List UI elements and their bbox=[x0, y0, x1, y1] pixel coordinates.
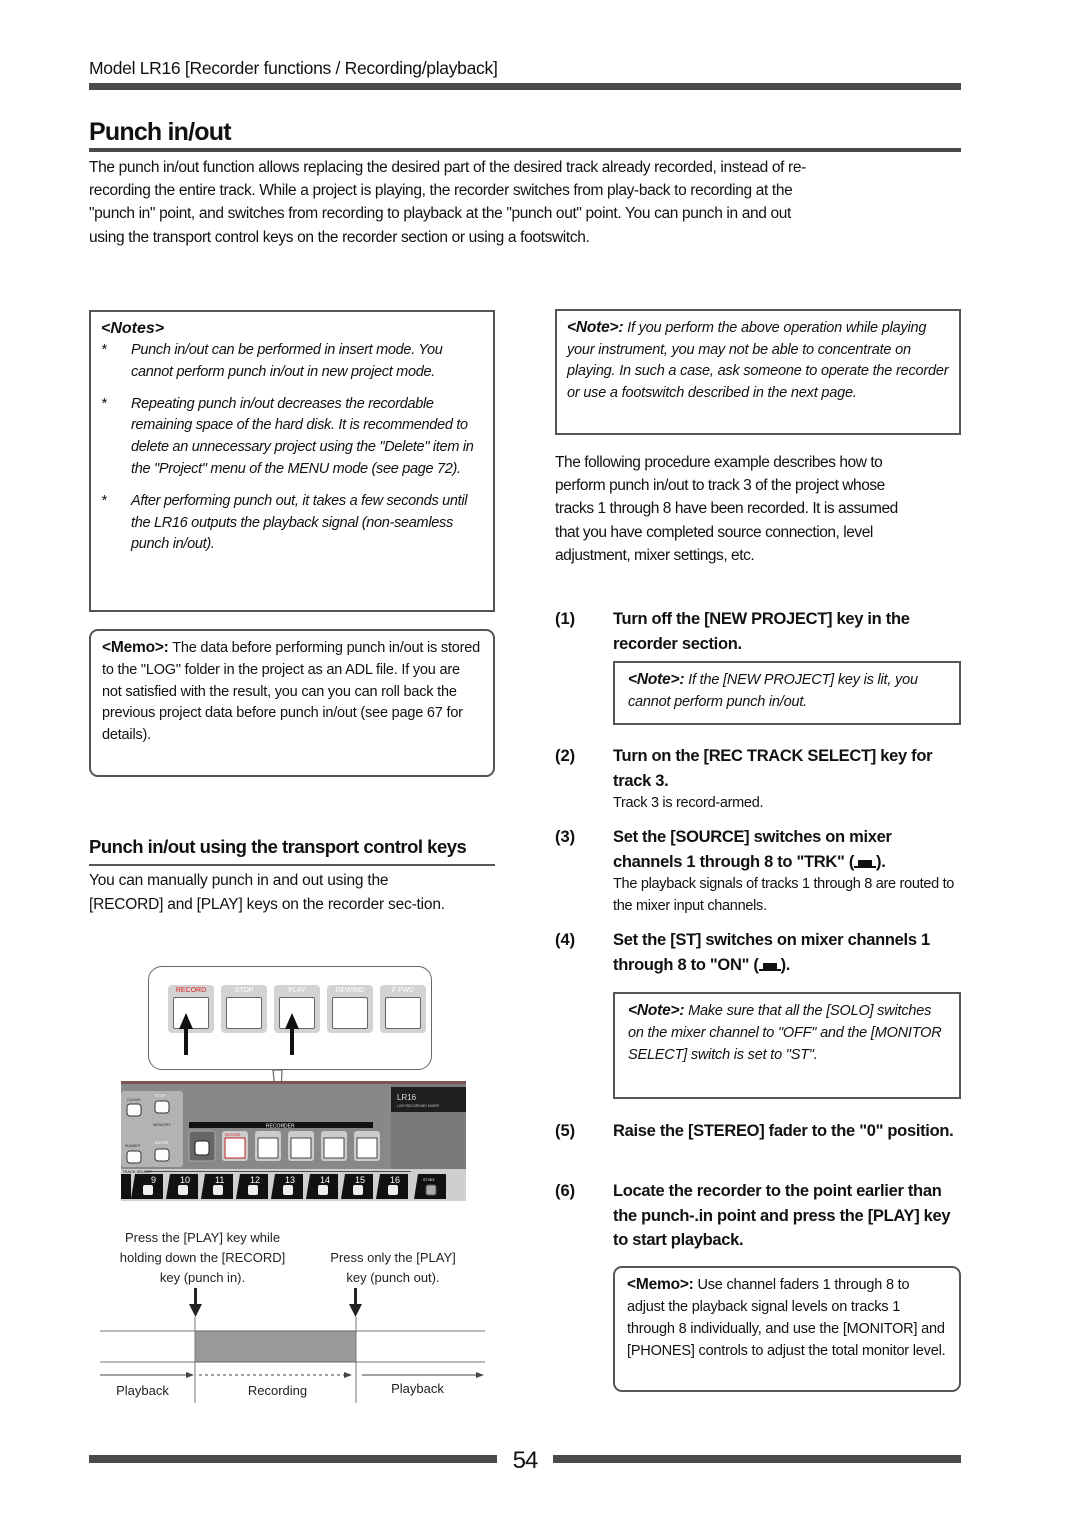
footer-rule-right bbox=[553, 1455, 961, 1463]
svg-text:10: 10 bbox=[180, 1175, 190, 1185]
header-rule bbox=[89, 83, 961, 90]
up-arrow-icon bbox=[179, 1013, 193, 1055]
track-keys: 9 10 11 12 13 14 15 16 ST MIX bbox=[121, 1174, 446, 1199]
memo-label: <Memo>: bbox=[102, 639, 169, 656]
subsection-body: You can manually punch in and out using … bbox=[89, 872, 445, 913]
down-arrow-icon bbox=[349, 1288, 362, 1317]
note-label: <Note>: bbox=[628, 671, 685, 688]
procedure-intro: The following procedure example describe… bbox=[555, 454, 898, 564]
svg-text:ENTER: ENTER bbox=[155, 1140, 169, 1145]
memo-box: <Memo>: The data before performing punch… bbox=[89, 629, 495, 777]
subsection-title: Punch in/out using the transport control… bbox=[89, 836, 467, 857]
step-number: (1) bbox=[555, 610, 576, 628]
step-number: (5) bbox=[555, 1122, 576, 1140]
footer-rule-left bbox=[89, 1455, 497, 1463]
recording-region bbox=[194, 1330, 357, 1363]
note-bullet: * bbox=[101, 395, 107, 412]
svg-text:12: 12 bbox=[250, 1175, 260, 1185]
step-title: Turn off the [NEW PROJECT] key in the re… bbox=[613, 610, 910, 653]
note-label: <Note>: bbox=[567, 319, 624, 336]
note-item: * Punch in/out can be performed in inser… bbox=[101, 340, 483, 384]
step-title: Set the [ST] switches on mixer channels … bbox=[613, 931, 930, 974]
step-6: (6) Locate the recorder to the point ear… bbox=[555, 1179, 965, 1253]
page-title: Punch in/out bbox=[89, 118, 232, 146]
step-3: (3) Set the [SOURCE] switches on mixer c… bbox=[555, 825, 965, 918]
step-title: Set the [SOURCE] switches on mixer chann… bbox=[613, 828, 892, 871]
step-desc: Track 3 is record-armed. bbox=[613, 795, 764, 811]
step-number: (3) bbox=[555, 828, 576, 846]
intro-paragraph: The punch in/out function allows replaci… bbox=[89, 159, 806, 246]
right-note-box: <Note>: If you perform the above operati… bbox=[555, 309, 961, 435]
switch-down-icon bbox=[854, 858, 877, 868]
page-number: 54 bbox=[512, 1447, 539, 1474]
step-number: (6) bbox=[555, 1182, 576, 1200]
note-item: * After performing punch out, it takes a… bbox=[101, 491, 483, 556]
svg-text:9: 9 bbox=[151, 1175, 156, 1185]
note-label: <Note>: bbox=[628, 1002, 685, 1019]
note-text: Repeating punch in/out decreases the rec… bbox=[131, 395, 474, 477]
svg-text:11: 11 bbox=[215, 1175, 224, 1185]
step-5: (5) Raise the [STEREO] fader to the "0" … bbox=[555, 1119, 965, 1144]
segment-playback-1: Playback bbox=[116, 1383, 169, 1398]
punch-timeline-diagram: Press the [PLAY] key while holding down … bbox=[100, 1225, 485, 1405]
svg-text:14: 14 bbox=[320, 1175, 330, 1185]
running-header: Model LR16 [Recorder functions / Recordi… bbox=[89, 58, 498, 78]
step-title: Turn on the [REC TRACK SELECT] key for t… bbox=[613, 747, 933, 790]
switch-down-icon bbox=[758, 961, 781, 971]
svg-text:15: 15 bbox=[355, 1175, 365, 1185]
step-number: (2) bbox=[555, 747, 576, 765]
recorder-panel-illustration: LR16 LIVE RECORDING MIXER CLEAR STOP MEM… bbox=[121, 1081, 466, 1201]
step-1-note: <Note>: If the [NEW PROJECT] key is lit,… bbox=[613, 661, 961, 725]
step-2: (2) Turn on the [REC TRACK SELECT] key f… bbox=[555, 744, 965, 815]
svg-text:RECORD: RECORD bbox=[225, 1133, 241, 1137]
step-desc: The playback signals of tracks 1 through… bbox=[613, 876, 955, 914]
brand-text: LR16 bbox=[397, 1093, 417, 1102]
segment-recording: Recording bbox=[247, 1383, 308, 1398]
svg-text:MEMORY: MEMORY bbox=[153, 1122, 171, 1127]
recorder-panel-svg: LR16 LIVE RECORDING MIXER CLEAR STOP MEM… bbox=[121, 1081, 466, 1201]
svg-text:NUMBER: NUMBER bbox=[125, 1144, 141, 1148]
memo-label: <Memo>: bbox=[627, 1276, 694, 1293]
note-bullet: * bbox=[101, 492, 107, 509]
notes-box: <Notes> * Punch in/out can be performed … bbox=[89, 310, 495, 612]
timeline-svg bbox=[100, 1288, 485, 1403]
up-arrow-icon bbox=[285, 1013, 299, 1055]
transport-keys-callout: RECORD STOP PLAY REWIND F FWD bbox=[148, 966, 432, 1118]
svg-text:13: 13 bbox=[285, 1175, 295, 1185]
svg-text:STOP: STOP bbox=[155, 1093, 166, 1098]
step-4: (4) Set the [ST] switches on mixer chann… bbox=[555, 928, 965, 977]
brand-sub: LIVE RECORDING MIXER bbox=[397, 1104, 439, 1108]
step-1: (1) Turn off the [NEW PROJECT] key in th… bbox=[555, 607, 965, 656]
callout-arrows bbox=[179, 1013, 299, 1118]
step-title: Raise the [STEREO] fader to the "0" posi… bbox=[613, 1122, 954, 1140]
svg-text:ST MIX: ST MIX bbox=[423, 1178, 435, 1182]
step-4-note: <Note>: Make sure that all the [SOLO] sw… bbox=[613, 992, 961, 1099]
note-text: Punch in/out can be performed in insert … bbox=[131, 342, 443, 380]
segment-playback-2: Playback bbox=[391, 1381, 444, 1396]
recorder-label: RECORDER bbox=[266, 1124, 295, 1130]
svg-text:CLEAR: CLEAR bbox=[127, 1097, 140, 1102]
subsection-rule bbox=[89, 864, 495, 866]
svg-text:16: 16 bbox=[390, 1175, 400, 1185]
down-arrow-icon bbox=[189, 1288, 202, 1317]
step-6-memo: <Memo>: Use channel faders 1 through 8 t… bbox=[613, 1266, 961, 1392]
note-text: After performing punch out, it takes a f… bbox=[131, 492, 468, 553]
note-bullet: * bbox=[101, 342, 107, 358]
title-rule bbox=[89, 148, 961, 152]
step-title: Locate the recorder to the point earlier… bbox=[613, 1182, 951, 1249]
notes-title: <Notes> bbox=[101, 320, 165, 337]
note-text: If you perform the above operation while… bbox=[567, 320, 949, 401]
step-number: (4) bbox=[555, 931, 576, 949]
note-item: * Repeating punch in/out decreases the r… bbox=[101, 394, 483, 481]
